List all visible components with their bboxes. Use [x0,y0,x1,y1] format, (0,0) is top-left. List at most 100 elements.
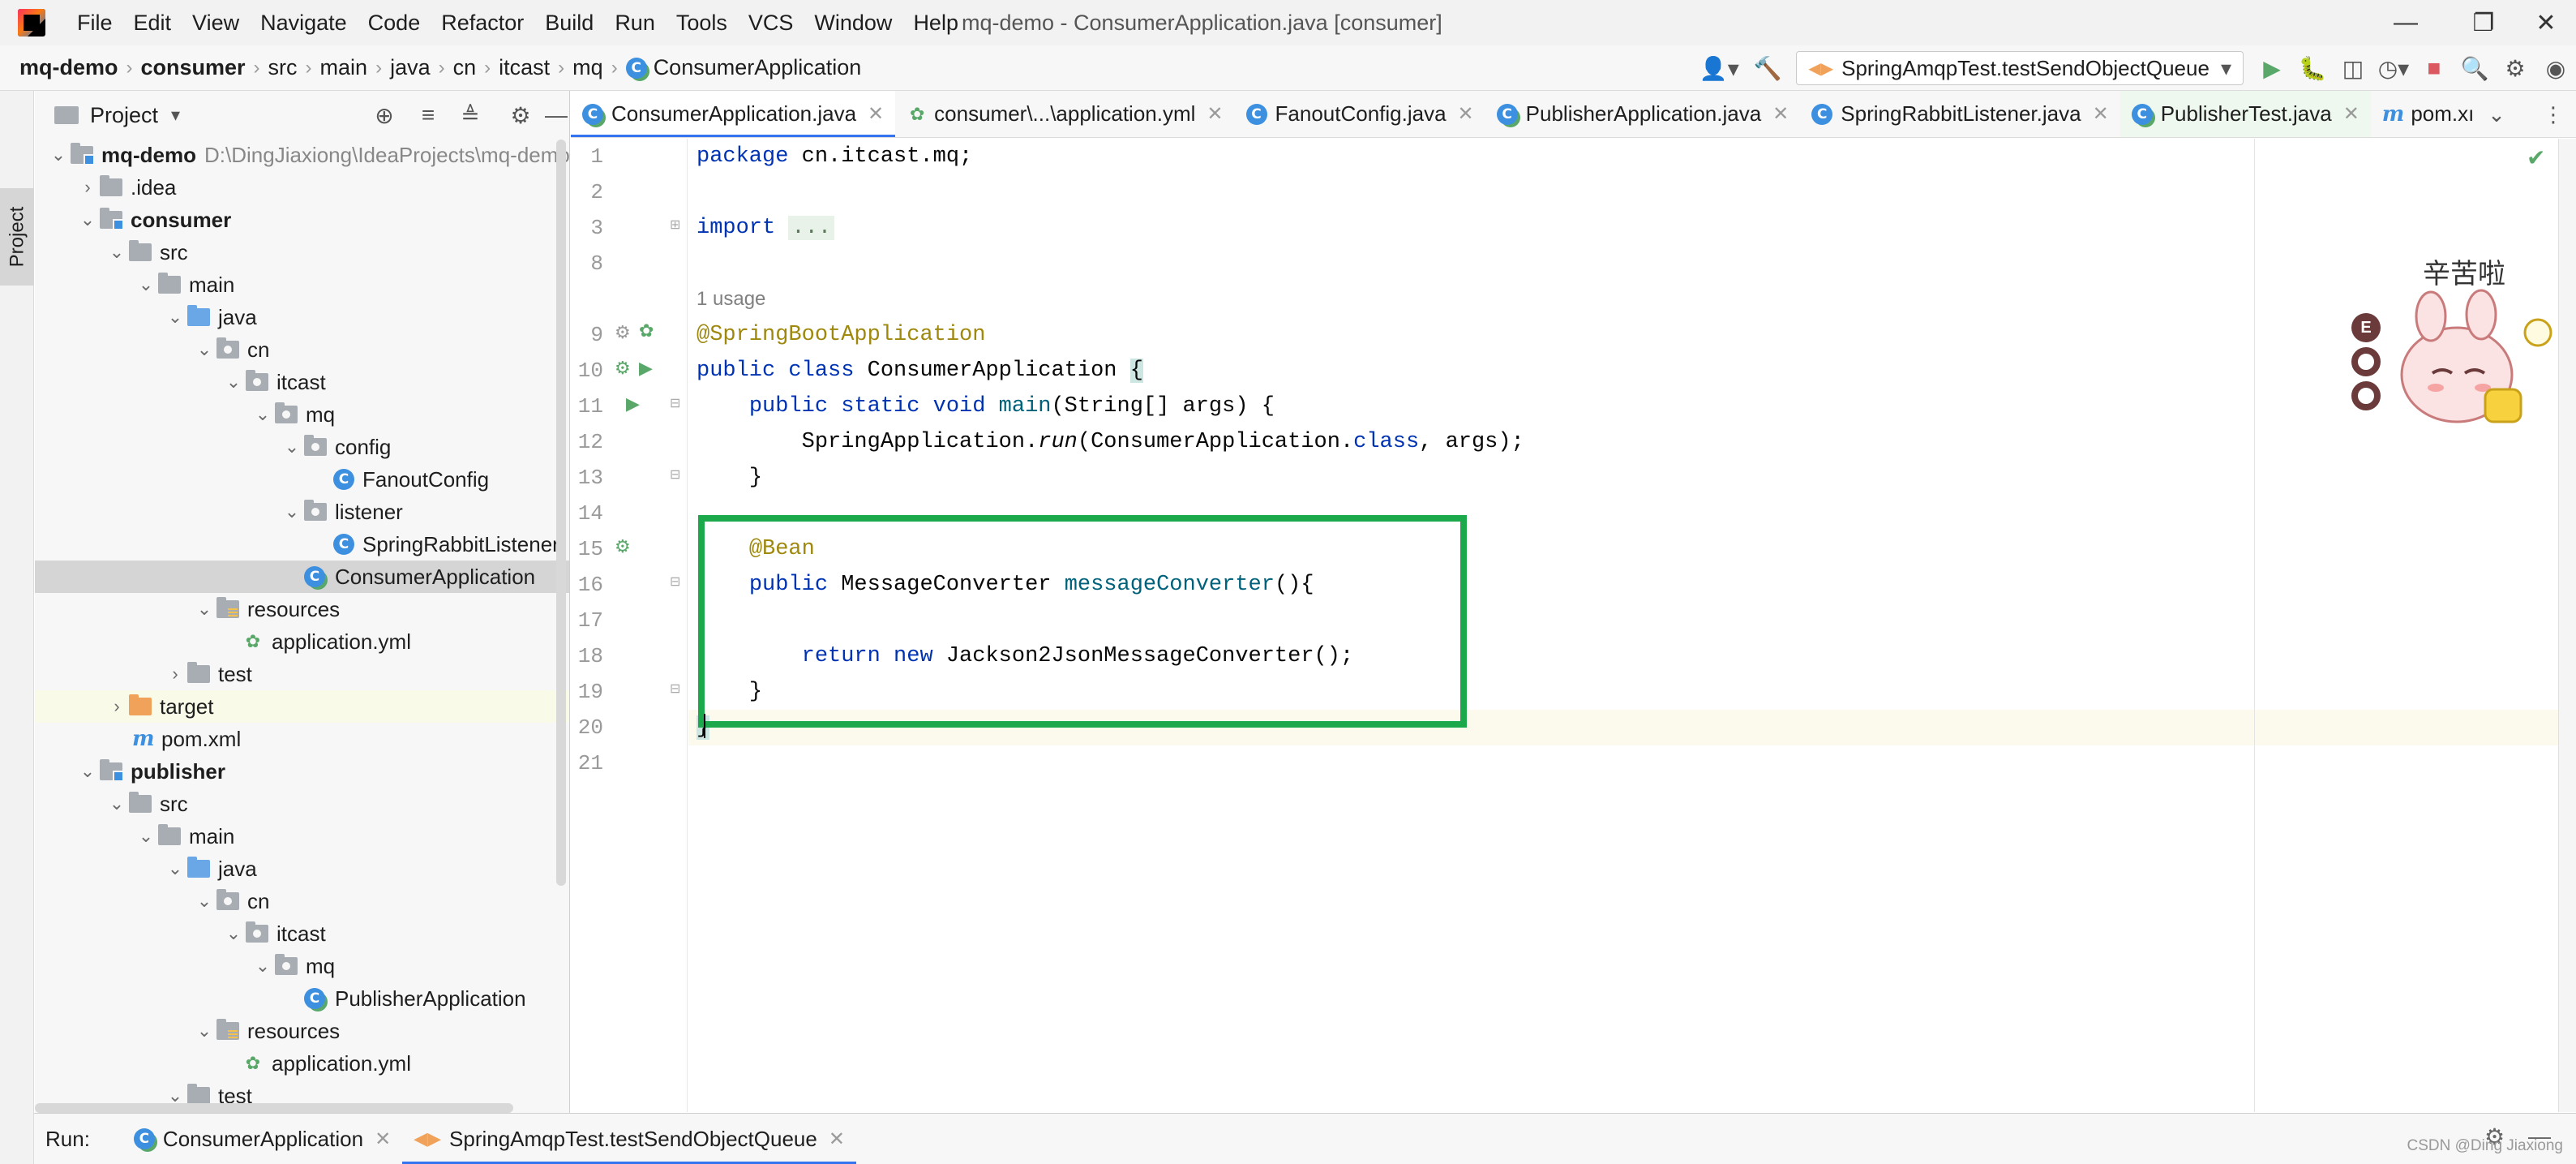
chevron-down-icon[interactable]: ⌄ [75,761,100,782]
chevron-down-icon[interactable]: ⌄ [251,956,275,977]
settings-gear-icon[interactable]: ⚙ [2495,45,2535,91]
close-tab-icon[interactable]: ✕ [2093,102,2109,126]
close-tab-icon[interactable]: ✕ [868,102,884,126]
editor-tab-consumer-application[interactable]: C ConsumerApplication.java ✕ [571,91,896,137]
menu-help[interactable]: Help [902,0,969,45]
chevron-down-icon[interactable]: ⌄ [163,307,187,328]
profile-icon[interactable]: ◷▾ [2373,45,2414,91]
menu-window[interactable]: Window [804,0,902,45]
chevron-down-icon[interactable]: ⌄ [251,404,275,425]
breadcrumb-item[interactable]: java [390,55,431,80]
vertical-scrollbar[interactable] [556,140,566,886]
menu-code[interactable]: Code [358,0,431,45]
menu-build[interactable]: Build [534,0,604,45]
tree-item[interactable]: ⌄ main [35,268,569,301]
expand-all-icon[interactable]: ≡ [408,91,448,140]
menu-edit[interactable]: Edit [123,0,182,45]
chevron-right-icon[interactable]: › [75,177,100,198]
breadcrumb-item[interactable]: mq [572,55,603,80]
editor-tab-fanout-config[interactable]: C FanoutConfig.java ✕ [1235,91,1485,137]
tree-item[interactable]: › .idea [35,171,569,204]
fold-icon[interactable]: ⊞ [670,217,680,233]
run-tab-spring-amqp-test[interactable]: ◀▶ SpringAmqpTest.testSendObjectQueue ✕ [402,1114,856,1164]
run-icon[interactable]: ▶ [2252,45,2292,91]
tree-item[interactable]: ⌄ cn [35,333,569,366]
tree-item[interactable]: ⌄ consumer [35,204,569,236]
stop-icon[interactable]: ■ [2414,45,2454,91]
chevron-down-icon[interactable]: ⌄ [280,501,304,522]
tree-item[interactable]: ⌄ src [35,788,569,820]
tree-item[interactable]: ⌄ itcast [35,366,569,398]
intellij-logo-icon[interactable] [18,9,45,37]
spring-boot-gutter-icon[interactable]: ⚙ [615,358,631,379]
user-account-icon[interactable]: 👤▾ [1691,45,1747,91]
tree-item[interactable]: ⌄ java [35,853,569,885]
chevron-down-icon[interactable]: ⌄ [2476,91,2517,137]
breadcrumb-item[interactable]: mq-demo [19,55,118,80]
tree-item[interactable]: ⌄ mq [35,950,569,982]
menu-file[interactable]: File [66,0,123,45]
run-gutter-icon[interactable]: ▶ [639,358,653,379]
coverage-icon[interactable]: ◫ [2333,45,2373,91]
chevron-down-icon[interactable]: ⌄ [192,339,216,360]
folded-imports[interactable]: ... [788,216,835,240]
close-window-button[interactable]: ✕ [2510,0,2576,45]
tree-item[interactable]: ⌄ mq [35,398,569,431]
chevron-right-icon[interactable]: › [163,664,187,685]
chevron-down-icon[interactable]: ⌄ [134,274,158,295]
build-hammer-icon[interactable]: 🔨 [1747,45,1788,91]
breadcrumb-item[interactable]: cn [453,55,477,80]
tree-item[interactable]: C SpringRabbitListener [35,528,569,561]
tree-item[interactable]: ⌄ listener [35,496,569,528]
bean-gutter-icon[interactable]: ⚙ [615,536,631,557]
tree-item[interactable]: ⌄ cn [35,885,569,917]
chevron-down-icon[interactable]: ⌄ [192,1020,216,1042]
close-tab-icon[interactable]: ✕ [1458,102,1474,126]
menu-tools[interactable]: Tools [666,0,738,45]
tree-item[interactable]: ✿ application.yml [35,625,569,658]
chevron-down-icon[interactable]: ⌄ [221,372,246,393]
editor-tab-publisher-test[interactable]: C PublisherTest.java ✕ [2120,91,2371,137]
tree-item[interactable]: ⌄ main [35,820,569,853]
menu-view[interactable]: View [182,0,250,45]
ide-logo-icon[interactable]: ◉ [2535,45,2576,91]
breadcrumb-item[interactable]: ConsumerApplication [654,55,862,80]
editor-tab-spring-rabbit-listener[interactable]: C SpringRabbitListener.java ✕ [1800,91,2120,137]
close-tab-icon[interactable]: ✕ [1772,102,1789,126]
hide-panel-icon[interactable]: — [536,91,569,140]
tree-item[interactable]: m pom.xml [35,723,569,755]
spring-gutter-icon[interactable]: ✿ [639,320,654,341]
close-tab-icon[interactable]: ✕ [375,1127,391,1151]
debug-icon[interactable]: 🐛 [2292,45,2333,91]
chevron-down-icon[interactable]: ⌄ [105,793,129,814]
menu-navigate[interactable]: Navigate [250,0,358,45]
fold-icon[interactable]: ⊟ [670,395,680,411]
tree-item[interactable]: ⌄ itcast [35,917,569,950]
editor-tab-publisher-application[interactable]: C PublisherApplication.java ✕ [1485,91,1801,137]
tree-item[interactable]: ✿ application.yml [35,1047,569,1080]
chevron-down-icon[interactable]: ⌄ [192,599,216,620]
tree-item[interactable]: ⌄ config [35,431,569,463]
editor-tab-application-yml[interactable]: ✿ consumer\...\application.yml ✕ [895,91,1234,137]
more-options-icon[interactable]: ⋮ [2533,91,2574,137]
tree-item[interactable]: ⌄ mq-demo D:\DingJiaxiong\IdeaProjects\m… [35,139,569,171]
breadcrumb-item[interactable]: itcast [499,55,550,80]
settings-gear-icon[interactable]: ⚙ [500,91,541,140]
fold-icon[interactable]: ⊟ [670,681,680,697]
project-tool-window-tab[interactable]: Project [0,188,34,286]
close-tab-icon[interactable]: ✕ [829,1127,845,1151]
tree-item[interactable]: C PublisherApplication [35,982,569,1015]
chevron-down-icon[interactable]: ⌄ [46,144,71,165]
tree-item[interactable]: › target [35,690,569,723]
menu-run[interactable]: Run [604,0,666,45]
chevron-down-icon[interactable]: ▾ [171,105,180,126]
run-tab-consumer-application[interactable]: C ConsumerApplication ✕ [122,1114,402,1164]
breadcrumb-item[interactable]: src [268,55,298,80]
chevron-down-icon[interactable]: ⌄ [221,923,246,944]
editor-tab-pom-xml[interactable]: m pom.xı [2371,91,2486,137]
fold-icon[interactable]: ⊟ [670,466,680,483]
minimize-window-button[interactable]: — [2369,0,2442,45]
breadcrumb-item[interactable]: consumer [141,55,246,80]
tree-item-selected[interactable]: C ConsumerApplication [35,561,569,593]
chevron-down-icon[interactable]: ⌄ [134,826,158,847]
